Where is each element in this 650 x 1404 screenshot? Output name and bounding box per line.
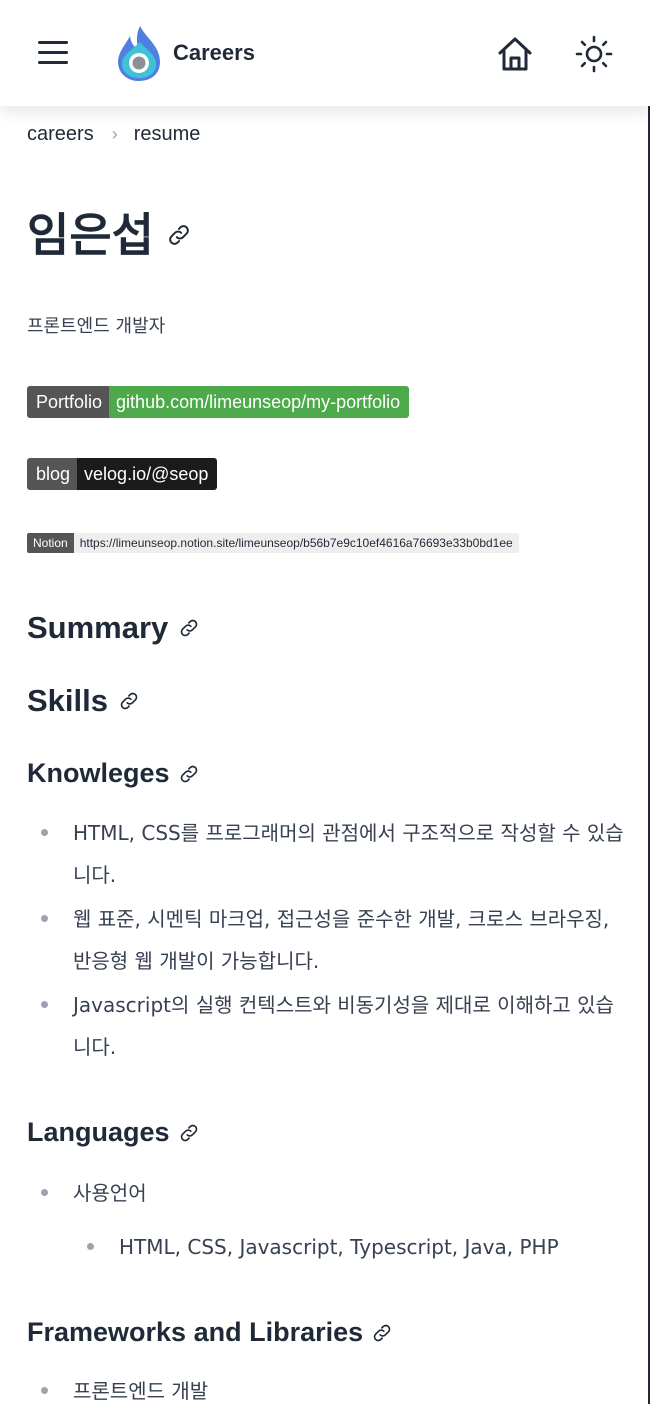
flame-logo-icon[interactable]	[116, 24, 162, 82]
heading-skills-text: Skills	[27, 683, 108, 718]
heading-knowleges-text: Knowleges	[27, 758, 170, 788]
portfolio-badge-value: github.com/limeunseop/my-portfolio	[109, 386, 410, 418]
page-title-text: 임은섭	[27, 209, 154, 261]
list-item: Javascript의 실행 컨텍스트와 비동기성을 제대로 이해하고 있습니다…	[27, 984, 627, 1068]
languages-list: 사용언어 HTML, CSS, Javascript, Typescript, …	[27, 1172, 627, 1268]
heading-skills: Skills	[27, 683, 140, 719]
portfolio-badge[interactable]: Portfolio github.com/limeunseop/my-portf…	[27, 386, 410, 418]
list-item: 사용언어 HTML, CSS, Javascript, Typescript, …	[27, 1172, 627, 1268]
heading-languages: Languages	[27, 1117, 200, 1148]
frameworks-list: 프론트엔드 개발	[27, 1370, 627, 1404]
link-icon[interactable]	[118, 690, 140, 712]
breadcrumb-item-careers[interactable]: careers	[27, 123, 94, 146]
notion-badge-value: https://limeunseop.notion.site/limeunseo…	[73, 533, 519, 553]
blog-badge-label: blog	[27, 458, 78, 490]
breadcrumb: careers › resume	[27, 123, 200, 146]
heading-languages-text: Languages	[27, 1117, 170, 1147]
heading-frameworks-text: Frameworks and Libraries	[27, 1317, 364, 1347]
home-icon[interactable]	[495, 34, 535, 74]
sun-icon[interactable]	[574, 34, 614, 74]
link-icon[interactable]	[178, 763, 200, 785]
list-item: HTML, CSS, Javascript, Typescript, Java,…	[73, 1226, 627, 1268]
breadcrumb-item-resume: resume	[133, 123, 201, 145]
brand-title[interactable]: Careers	[173, 40, 255, 66]
heading-summary-text: Summary	[27, 610, 169, 645]
blog-badge[interactable]: blog velog.io/@seop	[27, 458, 218, 490]
list-item: 웹 표준, 시멘틱 마크업, 접근성을 준수한 개발, 크로스 브라우징, 반응…	[27, 898, 627, 982]
subtitle: 프론트엔드 개발자	[27, 316, 166, 337]
blog-badge-value: velog.io/@seop	[77, 458, 218, 490]
languages-sublist: HTML, CSS, Javascript, Typescript, Java,…	[73, 1226, 627, 1268]
heading-knowleges: Knowleges	[27, 758, 200, 789]
list-item: HTML, CSS를 프로그래머의 관점에서 구조적으로 작성할 수 있습니다.	[27, 812, 627, 896]
list-item-text: 사용언어	[73, 1181, 147, 1205]
link-icon[interactable]	[178, 617, 200, 639]
heading-summary: Summary	[27, 610, 200, 646]
heading-frameworks: Frameworks and Libraries	[27, 1317, 393, 1348]
link-icon[interactable]	[178, 1122, 200, 1144]
link-icon[interactable]	[166, 222, 192, 248]
portfolio-badge-label: Portfolio	[27, 386, 110, 418]
knowleges-list: HTML, CSS를 프로그래머의 관점에서 구조적으로 작성할 수 있습니다.…	[27, 812, 627, 1070]
notion-badge[interactable]: Notion https://limeunseop.notion.site/li…	[27, 533, 519, 553]
notion-badge-label: Notion	[27, 533, 74, 553]
list-item: 프론트엔드 개발	[27, 1370, 627, 1404]
hamburger-menu-icon[interactable]	[36, 38, 70, 66]
page-title: 임은섭	[27, 200, 623, 270]
link-icon[interactable]	[371, 1322, 393, 1344]
page-title-wrap: 임은섭	[27, 200, 623, 270]
chevron-right-icon: ›	[111, 124, 118, 144]
top-navbar: Careers	[0, 0, 650, 106]
